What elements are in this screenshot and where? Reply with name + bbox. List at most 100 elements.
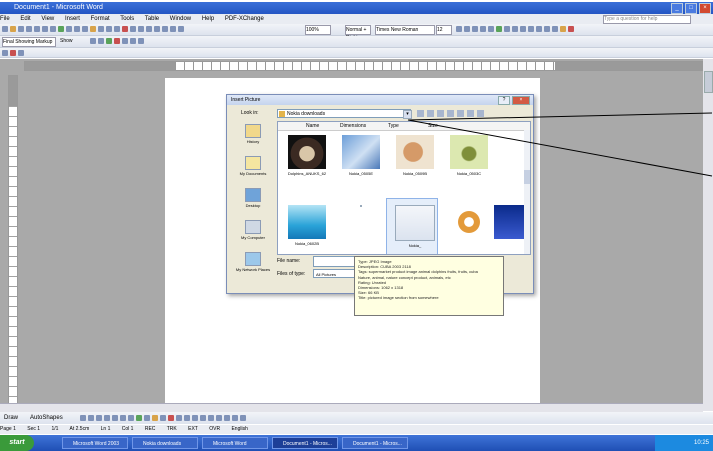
status-ovr[interactable]: OVR: [209, 426, 220, 432]
file-list-scrollbar[interactable]: [524, 130, 530, 254]
place-network[interactable]: My Network Places: [233, 251, 273, 281]
bold-icon[interactable]: [456, 26, 462, 32]
spelling-icon[interactable]: [58, 26, 64, 32]
picture-tools-icon[interactable]: [216, 415, 222, 421]
horizontal-ruler[interactable]: [24, 61, 706, 71]
start-button[interactable]: start: [0, 435, 34, 451]
task-button[interactable]: Microsoft Word: [202, 437, 268, 449]
file-thumbnail[interactable]: Nokia_0509B: [390, 132, 440, 182]
line-spacing-icon[interactable]: [512, 26, 518, 32]
format-painter-icon[interactable]: [98, 26, 104, 32]
zoom-select[interactable]: 100%: [305, 25, 331, 35]
email-icon[interactable]: [34, 26, 40, 32]
3d-icon[interactable]: [208, 415, 214, 421]
dash-style-icon[interactable]: [184, 415, 190, 421]
place-history[interactable]: History: [233, 123, 273, 153]
decrease-indent-icon[interactable]: [536, 26, 542, 32]
tools-icon[interactable]: [477, 110, 484, 117]
horizontal-scrollbar[interactable]: [0, 403, 703, 412]
fill-color-icon[interactable]: [152, 415, 158, 421]
extra-toolbar-icons[interactable]: [2, 50, 24, 56]
status-ext[interactable]: EXT: [188, 426, 198, 432]
views-icon[interactable]: [467, 110, 474, 117]
print-preview-icon[interactable]: [50, 26, 56, 32]
drawing-icons[interactable]: [80, 415, 246, 421]
align-right-icon[interactable]: [496, 26, 502, 32]
print-icon[interactable]: [42, 26, 48, 32]
autoshapes-menu[interactable]: AutoShapes: [30, 412, 63, 424]
outside-border-icon[interactable]: [552, 26, 558, 32]
formatting-toolbar-icons[interactable]: [456, 26, 574, 32]
hyperlink-icon[interactable]: [122, 26, 128, 32]
numbering-icon[interactable]: [520, 26, 526, 32]
wordart-icon[interactable]: [120, 415, 126, 421]
vertical-scroll-thumb[interactable]: [704, 71, 713, 93]
columns-icon[interactable]: [154, 26, 160, 32]
pdf-email-icon[interactable]: [10, 50, 16, 56]
dialog-close-icon[interactable]: ×: [512, 96, 530, 105]
task-button[interactable]: Document1 - Micros...: [342, 437, 408, 449]
rectangle-icon[interactable]: [96, 415, 102, 421]
display-for-review-select[interactable]: Final Showing Markup: [2, 37, 56, 47]
look-in-select[interactable]: Nokia downloads: [277, 109, 411, 118]
column-size[interactable]: Size: [428, 122, 438, 130]
drawing-icon[interactable]: [162, 26, 168, 32]
crop-icon[interactable]: [224, 415, 230, 421]
line-style-icon[interactable]: [176, 415, 182, 421]
place-my-computer[interactable]: My Computer: [233, 219, 273, 249]
oval-icon[interactable]: [104, 415, 110, 421]
dialog-help-icon[interactable]: ?: [498, 96, 510, 105]
shadow-icon[interactable]: [200, 415, 206, 421]
status-trk[interactable]: TRK: [167, 426, 177, 432]
accept-change-icon[interactable]: [106, 38, 112, 44]
insert-table-icon[interactable]: [138, 26, 144, 32]
file-thumbnail[interactable]: [336, 202, 386, 252]
new-icon[interactable]: [2, 26, 8, 32]
copy-icon[interactable]: [82, 26, 88, 32]
place-my-documents[interactable]: My Documents: [233, 155, 273, 185]
show-hide-icon[interactable]: [178, 26, 184, 32]
font-size-select[interactable]: 12: [436, 25, 452, 35]
textbox-icon[interactable]: [112, 415, 118, 421]
tables-borders-icon[interactable]: [130, 26, 136, 32]
clipart-icon[interactable]: [136, 415, 142, 421]
standard-toolbar-icons[interactable]: [2, 26, 184, 32]
redo-icon[interactable]: [114, 26, 120, 32]
font-select[interactable]: Times New Roman: [375, 25, 435, 35]
vertical-ruler[interactable]: [8, 75, 18, 407]
doc-map-icon[interactable]: [170, 26, 176, 32]
new-folder-icon[interactable]: [457, 110, 464, 117]
column-dimensions[interactable]: Dimensions: [340, 122, 366, 130]
rotate-icon[interactable]: [232, 415, 238, 421]
show-menu[interactable]: Show: [60, 37, 73, 45]
align-center-icon[interactable]: [488, 26, 494, 32]
justify-icon[interactable]: [504, 26, 510, 32]
bullets-icon[interactable]: [528, 26, 534, 32]
open-icon[interactable]: [10, 26, 16, 32]
delete-icon[interactable]: [447, 110, 454, 117]
file-list-scroll-thumb[interactable]: [524, 170, 530, 184]
reject-change-icon[interactable]: [114, 38, 120, 44]
place-desktop[interactable]: Desktop: [233, 187, 273, 217]
search-web-icon[interactable]: [437, 110, 444, 117]
file-thumbnail[interactable]: Nokia_0602B: [282, 202, 332, 252]
arrow-style-icon[interactable]: [192, 415, 198, 421]
up-folder-icon[interactable]: [427, 110, 434, 117]
file-thumbnail[interactable]: Nokia_0503C: [444, 132, 494, 182]
align-left-icon[interactable]: [480, 26, 486, 32]
excel-icon[interactable]: [146, 26, 152, 32]
column-name[interactable]: Name: [306, 122, 319, 130]
back-icon[interactable]: [417, 110, 424, 117]
chevron-down-icon[interactable]: ▾: [403, 110, 412, 119]
column-type[interactable]: Type: [388, 122, 399, 130]
task-button[interactable]: Microsoft Word 2003: [62, 437, 128, 449]
paste-icon[interactable]: [90, 26, 96, 32]
file-thumbnail[interactable]: Nokia_0505E: [336, 132, 386, 182]
file-thumbnail[interactable]: Dolphins_ANUKS_62: [282, 132, 332, 182]
comment-icon[interactable]: [122, 38, 128, 44]
reviewing-icons[interactable]: [90, 38, 144, 44]
vertical-scrollbar[interactable]: [703, 59, 713, 411]
line-color-icon[interactable]: [160, 415, 166, 421]
next-change-icon[interactable]: [98, 38, 104, 44]
format-picture-icon[interactable]: [240, 415, 246, 421]
